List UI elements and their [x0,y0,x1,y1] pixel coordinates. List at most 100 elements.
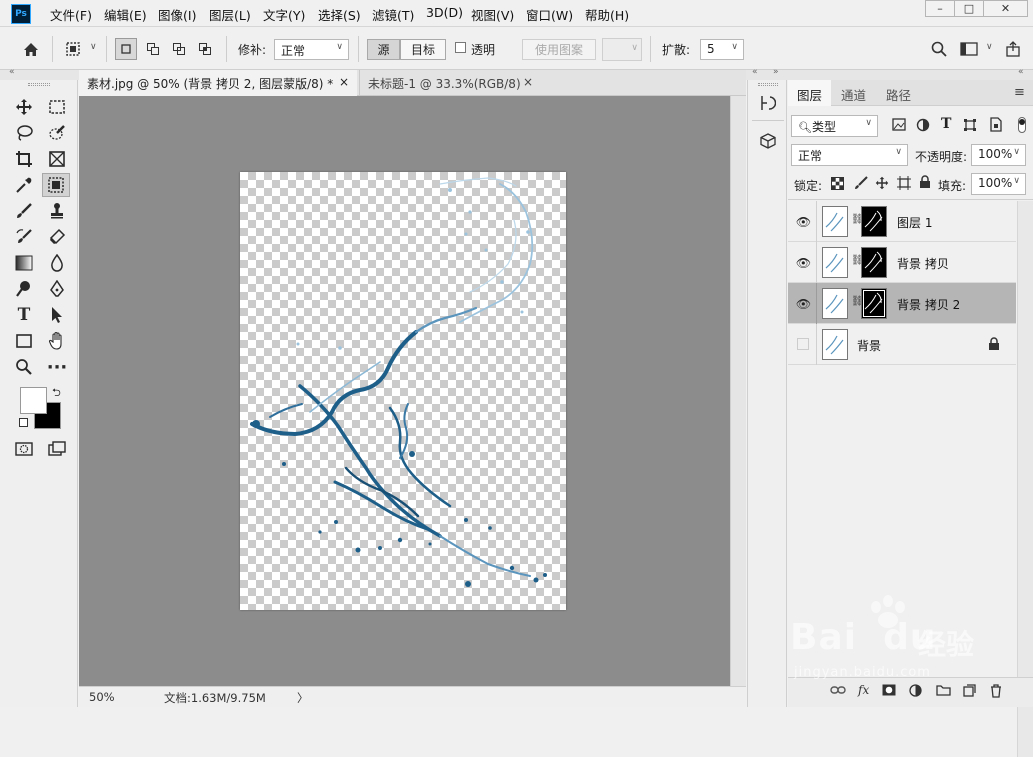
home-icon[interactable] [20,38,42,60]
source-button[interactable]: 源 [367,39,400,60]
menu-help[interactable]: 帮助(H) [585,5,629,24]
collapse-icon[interactable]: « [1018,67,1024,77]
menu-select[interactable]: 选择(S) [318,5,361,24]
3d-panel-icon[interactable] [758,130,778,152]
screen-mode-icon[interactable] [44,437,70,461]
smart-object-filter-icon[interactable] [989,117,1003,132]
crop-tool-icon[interactable] [11,147,37,171]
menu-view[interactable]: 视图(V) [471,5,514,24]
lock-transparent-pixels-icon[interactable] [831,177,844,190]
menu-type[interactable]: 文字(Y) [263,5,305,24]
transparent-checkbox[interactable] [455,42,466,53]
quick-mask-icon[interactable] [11,437,37,461]
document-canvas[interactable] [240,172,566,610]
foreground-color-swatch[interactable] [20,387,47,414]
rectangle-tool-icon[interactable] [11,329,37,353]
more-tools-icon[interactable]: ··· [44,355,70,379]
image-filter-icon[interactable] [892,118,906,132]
target-button[interactable]: 目标 [400,39,446,60]
layer-mask-thumbnail[interactable] [861,206,887,237]
zoom-tool-icon[interactable] [11,355,37,379]
tab-document-1[interactable]: 素材.jpg @ 50% (背景 拷贝 2, 图层蒙版/8) * × [79,70,357,96]
eraser-tool-icon[interactable] [44,225,70,249]
pen-tool-icon[interactable] [44,277,70,301]
search-icon[interactable] [928,38,950,60]
vertical-scrollbar[interactable] [730,96,746,686]
layer-thumbnail[interactable] [822,288,848,319]
layer-name[interactable]: 背景 [857,337,881,354]
collapse-icon[interactable]: « [752,67,758,77]
minimize-button[interactable]: – [925,0,955,17]
fx-icon[interactable]: fx [858,683,869,697]
fill-input[interactable]: 100% ∨ [971,173,1026,195]
collapse-icon[interactable]: « [9,67,15,77]
default-colors-icon[interactable] [19,418,28,427]
new-group-icon[interactable] [936,684,951,699]
diffuse-select[interactable]: 5 ∨ [700,39,744,60]
eye-icon[interactable]: 👁︎ [796,256,811,270]
stamp-tool-icon[interactable] [44,199,70,223]
layer-row-background-copy-2[interactable]: 👁︎ ⛓︎ 背景 拷贝 2 [788,283,1016,324]
patch-mode-select[interactable]: 正常 ∨ [274,39,349,60]
blend-mode-select[interactable]: 正常 ∨ [791,144,908,166]
eye-icon[interactable]: 👁︎ [796,215,811,229]
use-pattern-button[interactable]: 使用图案 [522,39,596,60]
eye-hidden-icon[interactable] [797,338,809,350]
lock-artboard-icon[interactable] [897,176,911,190]
menu-file[interactable]: 文件(F) [50,5,92,24]
type-filter-icon[interactable]: T [941,116,951,132]
layer-row-background-copy[interactable]: 👁︎ ⛓︎ 背景 拷贝 [788,242,1016,283]
shape-filter-icon[interactable] [963,118,977,132]
panel-menu-icon[interactable]: ≡ [1014,85,1025,100]
share-icon[interactable] [1002,38,1024,60]
adjustment-filter-icon[interactable] [916,118,930,132]
intersect-selection-button[interactable] [194,38,216,60]
tab-layers[interactable]: 图层 [788,80,832,106]
layer-thumbnail[interactable] [822,247,848,278]
status-menu-arrow[interactable]: 〉 [297,690,309,706]
chevron-down-icon[interactable]: ∨ [986,42,993,52]
menu-layer[interactable]: 图层(L) [209,5,251,24]
new-layer-icon[interactable] [963,684,976,700]
close-tab-icon[interactable]: × [523,75,533,89]
menu-image[interactable]: 图像(I) [158,5,196,24]
marquee-tool-icon[interactable] [44,95,70,119]
gradient-tool-icon[interactable] [11,251,37,275]
menu-edit[interactable]: 编辑(E) [104,5,147,24]
filter-toggle[interactable] [1018,117,1026,133]
adjustment-layer-icon[interactable] [909,684,922,700]
brush-tool-icon[interactable] [11,199,37,223]
subtract-selection-button[interactable] [168,38,190,60]
move-tool-icon[interactable] [11,95,37,119]
type-tool-icon[interactable]: T [11,303,37,327]
lock-position-icon[interactable] [875,176,889,190]
menu-filter[interactable]: 滤镜(T) [372,5,414,24]
tab-paths[interactable]: 路径 [877,80,920,106]
link-layers-icon[interactable] [830,684,846,699]
patch-tool-icon[interactable] [42,173,70,197]
add-to-selection-button[interactable] [142,38,164,60]
delete-layer-icon[interactable] [990,684,1002,701]
lock-all-icon[interactable] [919,175,933,189]
menu-3d[interactable]: 3D(D) [426,5,463,20]
layer-thumbnail[interactable] [822,206,848,237]
layer-name[interactable]: 背景 拷贝 [897,255,949,272]
workspace-icon[interactable] [958,38,980,60]
swap-colors-icon[interactable]: ⮌ [52,384,61,403]
layer-row-layer1[interactable]: 👁︎ ⛓︎ 图层 1 [788,201,1016,242]
quick-selection-tool-icon[interactable] [44,121,70,145]
new-selection-button[interactable] [115,38,137,60]
opacity-input[interactable]: 100% ∨ [971,144,1026,166]
history-panel-icon[interactable] [758,92,778,114]
layers-scrollbar[interactable] [1017,201,1033,757]
layer-filter-select[interactable]: 🔍︎类型 ∨ [791,115,878,137]
eyedropper-tool-icon[interactable] [11,173,37,197]
maximize-button[interactable]: □ [954,0,984,17]
hand-tool-icon[interactable] [44,329,70,353]
tab-channels[interactable]: 通道 [832,80,875,106]
eye-icon[interactable]: 👁︎ [796,297,811,311]
dodge-tool-icon[interactable] [11,277,37,301]
layer-row-background[interactable]: 背景 [788,324,1016,365]
history-brush-tool-icon[interactable] [11,225,37,249]
lasso-tool-icon[interactable] [11,121,37,145]
